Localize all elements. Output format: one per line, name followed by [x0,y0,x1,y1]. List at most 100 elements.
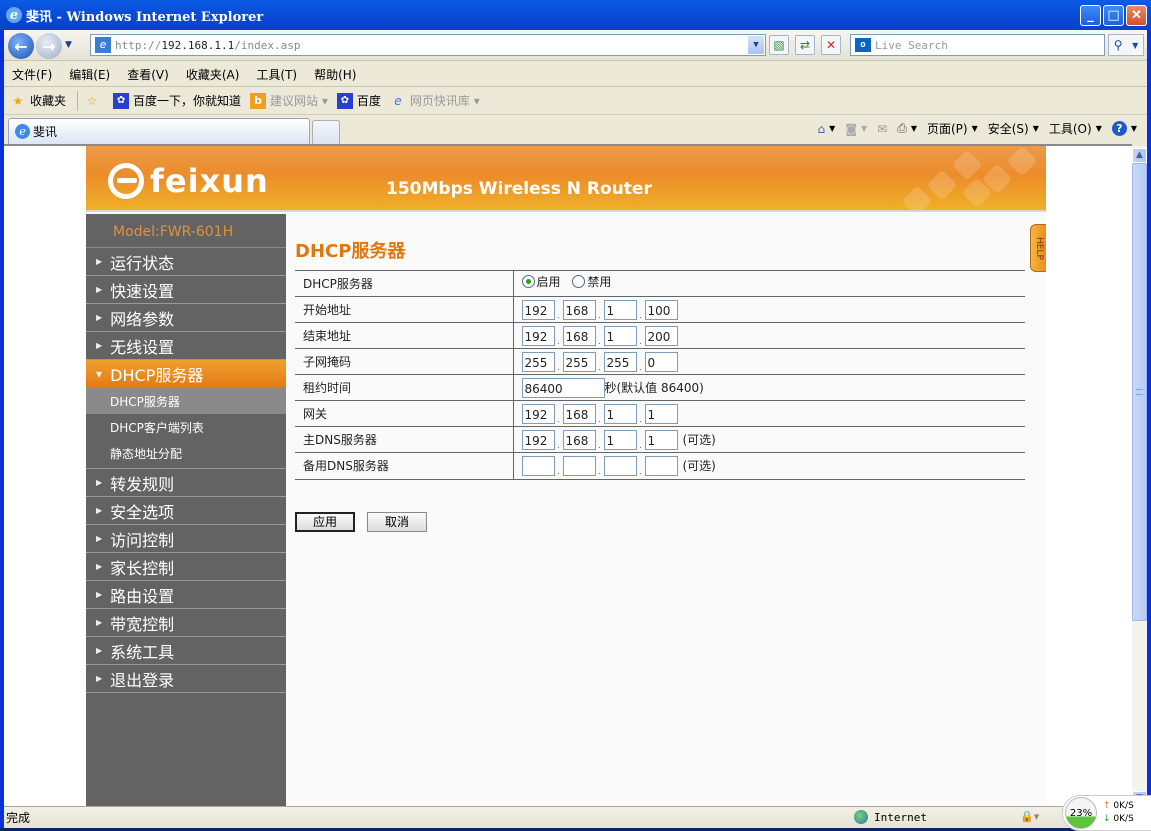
search-button[interactable]: ⚲ ▼ [1108,34,1144,56]
close-button[interactable]: ✕ [1126,5,1147,26]
dns2-octet-3[interactable] [603,456,637,476]
nav-routing[interactable]: ▶ 路由设置 [86,581,286,609]
mask-octet-4[interactable]: 0 [644,352,678,372]
cancel-button[interactable]: 取消 [367,512,427,532]
dhcp-form: DHCP服务器 启用 禁用 开始地址 192. 168. 1. 100 结束地址… [295,270,1025,480]
fav-link-web-slice-gallery[interactable]: e 网页快讯库 ▾ [390,92,480,109]
menu-bar: 文件(F) 编辑(E) 查看(V) 收藏夹(A) 工具(T) 帮助(H) [4,62,1147,86]
gateway-octet-3[interactable]: 1 [603,404,637,424]
maximize-button[interactable]: □ [1103,5,1124,26]
vertical-scrollbar[interactable]: ▲ ▼ [1132,146,1147,806]
nav-quick-setup[interactable]: ▶ 快速设置 [86,276,286,304]
end-octet-4[interactable]: 200 [644,326,678,346]
search-input[interactable]: o Live Search [850,34,1105,56]
menu-view[interactable]: 查看(V) [127,66,169,83]
star-icon: ★ [12,93,24,108]
lease-time-input[interactable]: 86400 [521,378,605,398]
subnav-dhcp-clients[interactable]: DHCP客户端列表 [86,414,286,440]
dns1-octet-1[interactable]: 192 [521,430,555,450]
minimize-button[interactable]: _ [1080,5,1101,26]
enable-radio[interactable]: 启用 [521,273,561,290]
home-button[interactable]: ⌂ ▼ [818,122,836,136]
page-menu[interactable]: 页面(P) ▼ [927,120,978,137]
menu-help[interactable]: 帮助(H) [314,66,356,83]
fav-label: 网页快讯库 ▾ [409,94,480,108]
mask-octet-2[interactable]: 255 [562,352,596,372]
menu-edit[interactable]: 编辑(E) [69,66,110,83]
nav-parental-control[interactable]: ▶ 家长控制 [86,553,286,581]
menu-tools[interactable]: 工具(T) [256,66,297,83]
nav-network[interactable]: ▶ 网络参数 [86,304,286,332]
mask-octet-3[interactable]: 255 [603,352,637,372]
safety-menu[interactable]: 安全(S) ▼ [988,120,1039,137]
apply-button[interactable]: 应用 [295,512,355,532]
fav-link-baidu-search[interactable]: ✿ 百度一下，你就知道 [113,92,241,109]
triangle-right-icon: ▶ [96,534,103,543]
nav-logout[interactable]: ▶ 退出登录 [86,665,286,693]
gateway-octet-4[interactable]: 1 [644,404,678,424]
gateway-octet-1[interactable]: 192 [521,404,555,424]
nav-dhcp[interactable]: ▼ DHCP服务器 [86,360,286,388]
help-button[interactable]: ? ▼ [1111,121,1137,136]
tab-feixun[interactable]: e 斐讯 [8,118,310,144]
nav-bandwidth[interactable]: ▶ 带宽控制 [86,609,286,637]
dns1-octet-3[interactable]: 1 [603,430,637,450]
subnav-static-address[interactable]: 静态地址分配 [86,440,286,466]
scroll-thumb[interactable] [1132,163,1147,621]
mail-button[interactable]: ✉ [877,122,887,136]
nav-forwarding[interactable]: ▶ 转发规则 [86,469,286,497]
dns1-octet-2[interactable]: 168 [562,430,596,450]
gateway-octet-2[interactable]: 168 [562,404,596,424]
secondary-dns-input: . . . (可选) [521,456,716,476]
mask-octet-1[interactable]: 255 [521,352,555,372]
stop-icon[interactable]: ✕ [821,35,841,55]
nav-access-control[interactable]: ▶ 访问控制 [86,525,286,553]
scroll-up-icon[interactable]: ▲ [1132,148,1147,163]
fav-link-baidu[interactable]: ✿ 百度 [336,92,381,109]
search-options-icon[interactable]: ▼ [1132,41,1138,50]
dns2-octet-1[interactable] [521,456,555,476]
dns2-octet-4[interactable] [644,456,678,476]
fav-link-suggested-sites[interactable]: b 建议网站 ▾ [250,92,328,109]
nav-system-tools[interactable]: ▶ 系统工具 [86,637,286,665]
feeds-button[interactable]: ◙ ▼ [845,122,867,136]
compatibility-view-icon[interactable]: ▧ [769,35,789,55]
favorites-button[interactable]: ★ 收藏夹 [10,92,66,109]
dns1-octet-4[interactable]: 1 [644,430,678,450]
help-tab[interactable]: HELP [1030,224,1046,272]
security-zone[interactable]: Internet [854,810,927,824]
triangle-right-icon: ▶ [96,590,103,599]
end-octet-2[interactable]: 168 [562,326,596,346]
nav-security[interactable]: ▶ 安全选项 [86,497,286,525]
nav-wireless[interactable]: ▶ 无线设置 [86,332,286,360]
start-octet-4[interactable]: 100 [644,300,678,320]
recent-pages-dropdown[interactable]: ▼ [65,40,72,50]
menu-file[interactable]: 文件(F) [12,66,52,83]
start-octet-1[interactable]: 192 [521,300,555,320]
address-bar[interactable]: e http://192.168.1.1/index.asp ▼ [90,34,766,56]
address-dropdown-icon[interactable]: ▼ [748,36,764,54]
end-octet-1[interactable]: 192 [521,326,555,346]
baidu-icon: ✿ [336,92,353,109]
add-favorite-button[interactable]: ☆ [84,93,104,109]
address-path: /index.asp [234,38,301,52]
protected-mode-icon[interactable]: 🔒▾ [1020,810,1039,823]
subnav-dhcp-server[interactable]: DHCP服务器 [86,388,286,414]
disable-radio[interactable]: 禁用 [572,273,611,290]
fav-label: 百度一下，你就知道 [133,94,242,108]
end-address-label: 结束地址 [295,322,514,349]
menu-favorites[interactable]: 收藏夹(A) [186,66,240,83]
start-octet-3[interactable]: 1 [603,300,637,320]
forward-button[interactable]: → [36,33,62,59]
triangle-down-icon: ▼ [96,369,103,379]
start-octet-2[interactable]: 168 [562,300,596,320]
dns2-octet-2[interactable] [562,456,596,476]
refresh-icon[interactable]: ⇄ [795,35,815,55]
nav-label: 退出登录 [110,670,175,690]
tools-menu[interactable]: 工具(O) ▼ [1049,120,1102,137]
nav-status[interactable]: ▶ 运行状态 [86,248,286,276]
back-button[interactable]: ← [8,33,34,59]
new-tab-button[interactable] [312,120,340,144]
print-button[interactable]: ⎙ ▼ [897,121,917,136]
end-octet-3[interactable]: 1 [603,326,637,346]
